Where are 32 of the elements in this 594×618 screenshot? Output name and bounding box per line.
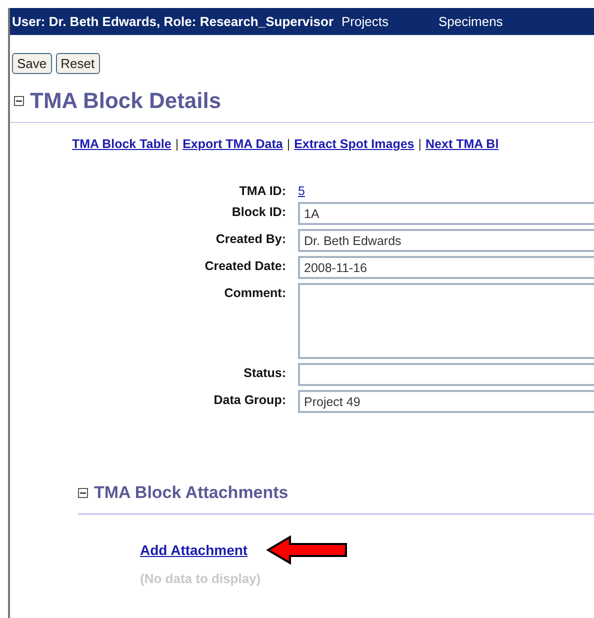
form-button[interactable]: Reset bbox=[56, 53, 100, 74]
collapse-icon[interactable] bbox=[78, 488, 88, 498]
input-field[interactable]: Dr. Beth Edwards bbox=[298, 229, 594, 252]
input-field[interactable] bbox=[298, 363, 594, 386]
form-button[interactable]: Save bbox=[12, 53, 52, 74]
id-link[interactable]: 5 bbox=[298, 184, 305, 198]
input-field[interactable]: Project 49 bbox=[298, 390, 594, 413]
comment-field[interactable] bbox=[298, 283, 594, 359]
menu-item[interactable]: Specimens bbox=[438, 14, 503, 29]
field-label: Status: bbox=[242, 365, 286, 382]
field-label: Created Date: bbox=[204, 258, 286, 275]
nav-link[interactable]: Next TMA Bl bbox=[426, 137, 499, 151]
user-role-label: User: Dr. Beth Edwards, Role: Research_Supervisor bbox=[12, 14, 334, 29]
field-label: Block ID: bbox=[230, 204, 286, 221]
menu-item[interactable]: Projects bbox=[342, 14, 388, 29]
link-separator: | bbox=[175, 137, 179, 151]
section-title: TMA Block Attachments bbox=[94, 483, 288, 503]
nav-link[interactable]: Extract Spot Images bbox=[294, 137, 414, 151]
input-field[interactable]: 2008-11-16 bbox=[298, 256, 594, 279]
arrow-icon bbox=[266, 535, 348, 565]
add-attachment-link[interactable]: Add Attachment bbox=[140, 542, 248, 558]
field-label: TMA ID: bbox=[238, 183, 286, 198]
field-label: Created By: bbox=[214, 231, 286, 248]
nav-link[interactable]: Export TMA Data bbox=[182, 137, 283, 151]
section-title: TMA Block Details bbox=[30, 88, 222, 114]
link-separator: | bbox=[418, 137, 422, 151]
link-separator: | bbox=[286, 137, 290, 151]
collapse-icon[interactable] bbox=[14, 96, 24, 106]
field-label: Comment: bbox=[223, 285, 286, 302]
input-field[interactable]: 1A bbox=[298, 202, 594, 225]
nav-link[interactable]: TMA Block Table bbox=[72, 137, 172, 151]
field-label: Data Group: bbox=[212, 392, 286, 409]
